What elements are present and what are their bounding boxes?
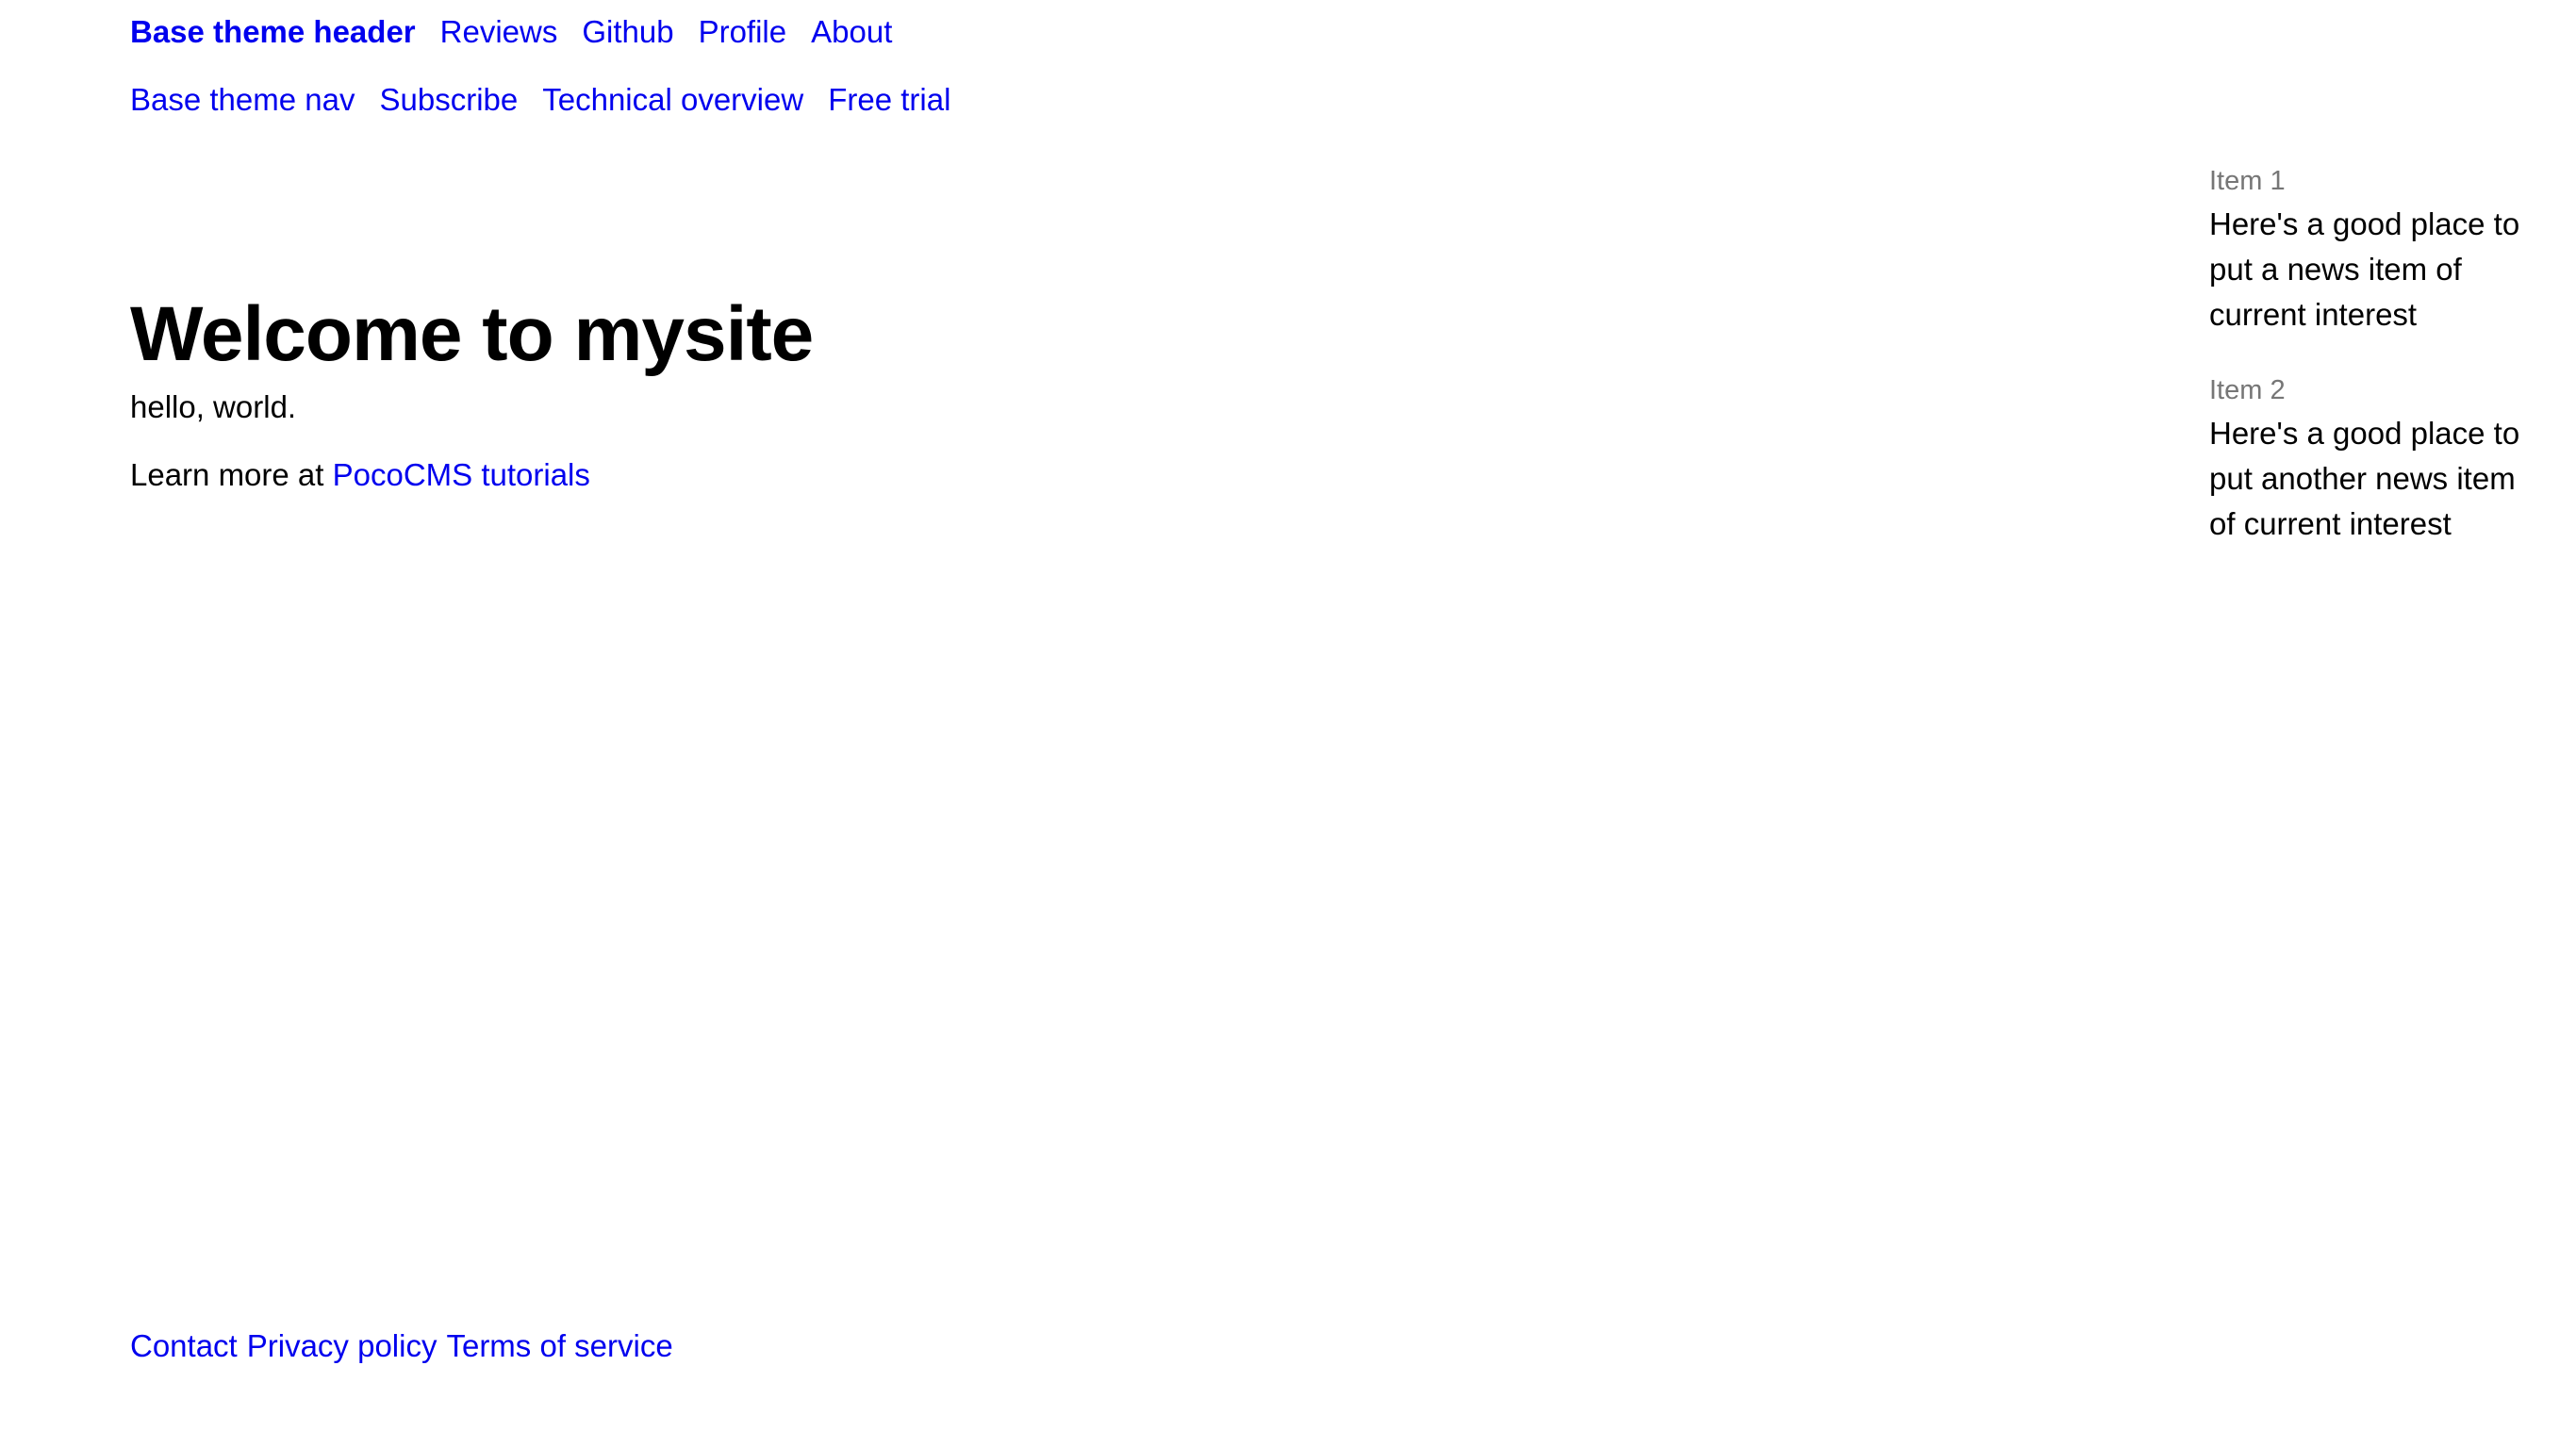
nav-link-technical-overview[interactable]: Technical overview (542, 81, 803, 119)
nav-link-subscribe[interactable]: Subscribe (379, 81, 518, 119)
header-link-about[interactable]: About (811, 13, 892, 51)
news-item-label: Item 2 (2209, 375, 2286, 405)
header-link-github[interactable]: Github (582, 13, 673, 51)
header-nav: Base theme header Reviews Github Profile… (130, 13, 892, 51)
page-title: Welcome to mysite (130, 291, 814, 377)
nav-link-base-theme-nav[interactable]: Base theme nav (130, 81, 355, 119)
learn-more-paragraph: Learn more at PocoCMS tutorials (130, 454, 1922, 496)
site-footer: Contact Privacy policy Terms of service (130, 1327, 673, 1365)
news-item-text: Here's a good place to put a news item o… (2209, 206, 2520, 332)
main-nav: Base theme nav Subscribe Technical overv… (130, 81, 950, 119)
footer-link-contact[interactable]: Contact (130, 1327, 238, 1365)
news-item-label: Item 1 (2209, 166, 2286, 196)
learn-more-prefix: Learn more at (130, 457, 333, 492)
news-item-text: Here's a good place to put another news … (2209, 416, 2520, 541)
intro-text: hello, world. (130, 389, 297, 424)
header-link-profile[interactable]: Profile (699, 13, 787, 51)
pococms-tutorials-link[interactable]: PocoCMS tutorials (333, 457, 590, 492)
nav-link-free-trial[interactable]: Free trial (828, 81, 950, 119)
news-item: Item 2 Here's a good place to put anothe… (2209, 370, 2549, 547)
news-item: Item 1 Here's a good place to put a news… (2209, 160, 2549, 337)
main-content: Welcome to mysite hello, world. Learn mo… (130, 283, 1922, 496)
news-sidebar: Item 1 Here's a good place to put a news… (2209, 160, 2549, 579)
footer-link-privacy-policy[interactable]: Privacy policy (247, 1327, 438, 1365)
header-link-reviews[interactable]: Reviews (440, 13, 558, 51)
footer-link-terms-of-service[interactable]: Terms of service (446, 1327, 672, 1365)
header-brand-link[interactable]: Base theme header (130, 13, 416, 51)
